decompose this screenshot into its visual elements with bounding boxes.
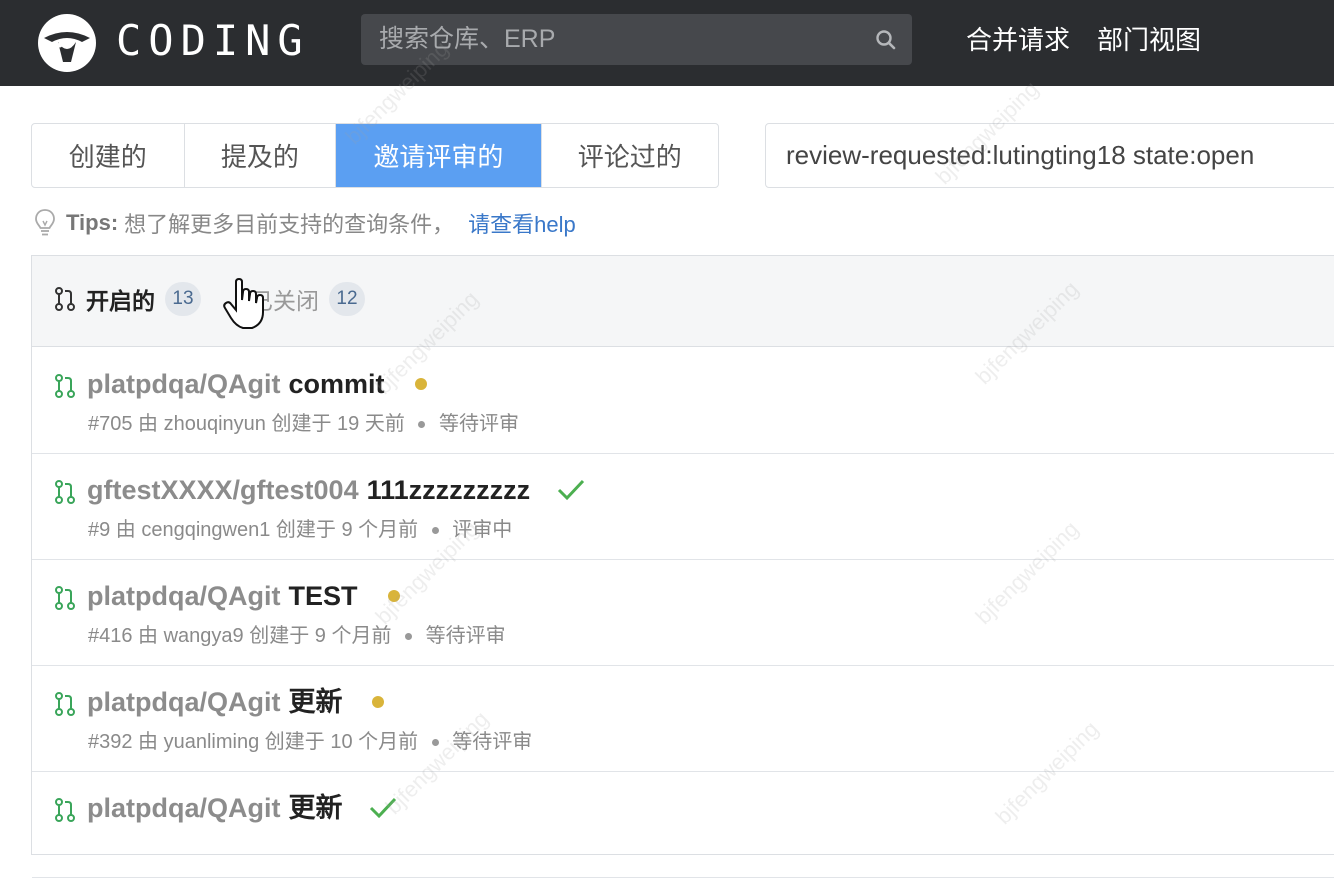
merge-request-icon: [55, 480, 75, 504]
filter-tabs: 创建的 提及的 邀请评审的 评论过的: [31, 123, 719, 188]
repo-name-link[interactable]: gftestXXXX/gftest004: [87, 472, 359, 508]
tips-bar: Tips: 想了解更多目前支持的查询条件， 请查看help: [34, 206, 576, 240]
repo-name-link[interactable]: platpdqa/QAgit: [87, 684, 280, 720]
merge-request-row[interactable]: gftestXXXX/gftest004 111zzzzzzzzz #9 由 c…: [32, 454, 1334, 560]
query-box[interactable]: [765, 123, 1334, 188]
merge-request-icon: [55, 287, 75, 311]
pending-status-dot: [414, 378, 427, 390]
hand-cursor-icon: [223, 278, 264, 329]
merge-request-row[interactable]: platpdqa/QAgit 更新 #392 由 yuanliming 创建于 …: [32, 666, 1334, 772]
merge-request-icon: [55, 586, 75, 610]
tips-label: Tips:: [66, 210, 119, 235]
merge-request-icon: [55, 374, 75, 398]
merge-request-title[interactable]: platpdqa/QAgit 更新: [87, 790, 398, 826]
merge-request-icon: [55, 798, 75, 822]
tips-text: 想了解更多目前支持的查询条件，: [124, 212, 455, 237]
merge-request-name-link[interactable]: 更新: [288, 684, 342, 720]
lightbulb-icon: [35, 209, 55, 236]
approved-check-icon: [558, 479, 585, 501]
separator-dot: [405, 633, 413, 641]
merge-request-name-link[interactable]: commit: [288, 366, 384, 402]
merge-request-title[interactable]: platpdqa/QAgit 更新: [87, 684, 385, 720]
repo-name-link[interactable]: platpdqa/QAgit: [87, 578, 280, 614]
top-navbar: CODING 合并请求 部门视图: [0, 0, 1334, 86]
merge-request-meta: #9 由 cengqingwen1 创建于 9 个月前 评审中: [88, 516, 512, 544]
merge-request-info: #392 由 yuanliming 创建于 10 个月前: [88, 731, 419, 753]
merge-request-info: #705 由 zhouqinyun 创建于 19 天前: [88, 413, 405, 435]
tab-commented[interactable]: 评论过的: [542, 124, 718, 187]
review-status-text: 等待评审: [452, 731, 533, 753]
repo-name-link[interactable]: platpdqa/QAgit: [87, 790, 280, 826]
tab-mentioned[interactable]: 提及的: [185, 124, 337, 187]
state-open-label: 开启的: [86, 288, 155, 314]
merge-request-list: 开启的 13 已关闭 12 platpdqa/QAgit commit #705…: [31, 255, 1334, 878]
coding-logo-icon[interactable]: [36, 12, 98, 74]
merge-request-meta: #416 由 wangya9 创建于 9 个月前 等待评审: [88, 622, 506, 650]
tab-review-requested[interactable]: 邀请评审的: [336, 124, 542, 187]
repo-name-link[interactable]: platpdqa/QAgit: [87, 366, 280, 402]
merge-request-name-link[interactable]: 111zzzzzzzzz: [367, 472, 531, 508]
pending-status-dot: [387, 590, 400, 602]
merge-request-row[interactable]: platpdqa/QAgit 更新: [32, 772, 1334, 878]
merge-request-row[interactable]: platpdqa/QAgit commit #705 由 zhouqinyun …: [32, 348, 1334, 454]
pending-status-dot: [372, 696, 385, 708]
review-status-text: 等待评审: [425, 625, 506, 647]
merge-request-title[interactable]: platpdqa/QAgit TEST: [87, 578, 400, 614]
merge-request-info: #9 由 cengqingwen1 创建于 9 个月前: [88, 519, 419, 541]
separator-dot: [418, 421, 426, 429]
merge-request-name-link[interactable]: TEST: [288, 578, 357, 614]
merge-request-info: #416 由 wangya9 创建于 9 个月前: [88, 625, 392, 647]
merge-request-meta: #705 由 zhouqinyun 创建于 19 天前 等待评审: [88, 410, 519, 438]
review-status-text: 评审中: [452, 519, 513, 541]
merge-request-icon: [55, 692, 75, 716]
closed-count-badge: 12: [329, 282, 365, 316]
global-search[interactable]: [361, 14, 912, 65]
nav-merge-requests[interactable]: 合并请求: [966, 22, 1070, 58]
merge-request-title[interactable]: platpdqa/QAgit commit: [87, 366, 427, 402]
merge-request-name-link[interactable]: 更新: [288, 790, 342, 826]
search-input[interactable]: [361, 14, 912, 65]
open-count-badge: 13: [165, 282, 201, 316]
approved-check-icon: [370, 797, 397, 819]
merge-request-meta: #392 由 yuanliming 创建于 10 个月前 等待评审: [88, 728, 532, 756]
state-closed-tab[interactable]: 已关闭 12: [250, 282, 365, 316]
nav-department-view[interactable]: 部门视图: [1097, 22, 1201, 58]
search-icon[interactable]: [874, 28, 898, 52]
merge-request-row[interactable]: platpdqa/QAgit TEST #416 由 wangya9 创建于 9…: [32, 560, 1334, 666]
separator-dot: [431, 739, 439, 747]
brand-name[interactable]: CODING: [116, 16, 310, 66]
state-open-tab[interactable]: 开启的 13: [54, 282, 201, 316]
separator-dot: [431, 527, 439, 535]
tab-created[interactable]: 创建的: [32, 124, 185, 187]
tips-help-link[interactable]: 请查看help: [468, 207, 576, 239]
query-input[interactable]: [766, 124, 1334, 187]
merge-request-title[interactable]: gftestXXXX/gftest004 111zzzzzzzzz: [87, 472, 586, 508]
review-status-text: 等待评审: [438, 413, 519, 435]
